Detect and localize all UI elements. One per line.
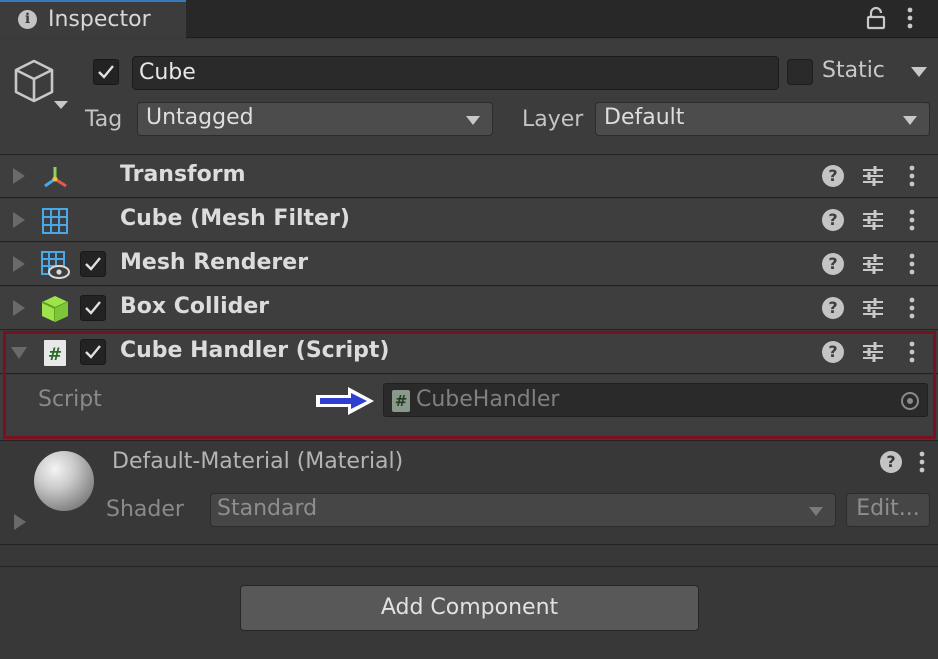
- script-label: Script: [38, 387, 102, 412]
- shader-dropdown[interactable]: Standard: [210, 493, 836, 527]
- foldout-arrow-icon[interactable]: [13, 256, 25, 272]
- mesh-filter-icon: [42, 208, 68, 234]
- tab-label: Inspector: [48, 7, 151, 32]
- annotation-arrow-icon: [316, 387, 374, 415]
- script-file-icon: #: [392, 390, 410, 412]
- chevron-down-icon: [809, 507, 823, 516]
- material-foldout-arrow-icon[interactable]: [14, 514, 26, 530]
- script-object-field[interactable]: # CubeHandler: [383, 383, 928, 417]
- transform-icon: [44, 167, 67, 188]
- presets-icon[interactable]: [862, 252, 884, 276]
- component-mesh-renderer[interactable]: Mesh Renderer ?: [0, 243, 938, 286]
- component-title: Mesh Renderer: [120, 250, 309, 275]
- static-dropdown-arrow-icon[interactable]: [911, 67, 927, 77]
- shader-edit-button[interactable]: Edit...: [846, 493, 930, 527]
- component-box-collider[interactable]: Box Collider ?: [0, 287, 938, 330]
- component-transform[interactable]: Transform ?: [0, 155, 938, 198]
- presets-icon[interactable]: [862, 164, 884, 188]
- object-name-field[interactable]: Cube: [132, 56, 779, 90]
- material-section: Default-Material (Material) ? Shader Sta…: [0, 441, 938, 545]
- foldout-arrow-icon[interactable]: [13, 300, 25, 316]
- component-menu-icon[interactable]: [906, 208, 918, 232]
- presets-icon[interactable]: [862, 340, 884, 364]
- divider: [0, 566, 938, 567]
- add-component-button[interactable]: Add Component: [240, 585, 699, 631]
- tag-value: Untagged: [146, 105, 254, 130]
- info-icon: i: [18, 10, 37, 29]
- foldout-arrow-icon[interactable]: [13, 168, 25, 184]
- component-title: Cube (Mesh Filter): [120, 206, 350, 231]
- help-icon[interactable]: ?: [880, 451, 902, 473]
- material-title: Default-Material (Material): [112, 449, 404, 474]
- presets-icon[interactable]: [862, 208, 884, 232]
- foldout-arrow-icon[interactable]: [13, 212, 25, 228]
- tab-bar: i Inspector: [0, 0, 938, 38]
- component-menu-icon[interactable]: [906, 296, 918, 320]
- script-object-value: CubeHandler: [416, 387, 560, 412]
- component-menu-icon[interactable]: [906, 340, 918, 364]
- svg-text:#: #: [48, 345, 62, 365]
- active-checkbox[interactable]: [93, 59, 119, 85]
- help-icon[interactable]: ?: [822, 165, 844, 187]
- enabled-checkbox[interactable]: [80, 251, 106, 277]
- box-collider-icon: [41, 296, 69, 322]
- help-icon[interactable]: ?: [822, 341, 844, 363]
- component-menu-icon[interactable]: [906, 252, 918, 276]
- gameobject-cube-icon[interactable]: [12, 57, 70, 111]
- tag-dropdown[interactable]: Untagged: [137, 102, 493, 136]
- layer-dropdown[interactable]: Default: [595, 102, 930, 136]
- shader-label: Shader: [106, 497, 184, 522]
- presets-icon[interactable]: [862, 296, 884, 320]
- tab-menu-icon[interactable]: [902, 6, 918, 30]
- foldout-arrow-icon[interactable]: [11, 347, 27, 359]
- enabled-checkbox[interactable]: [80, 339, 106, 365]
- component-title: Box Collider: [120, 294, 270, 319]
- help-icon[interactable]: ?: [822, 297, 844, 319]
- component-menu-icon[interactable]: [906, 164, 918, 188]
- shader-value: Standard: [217, 496, 318, 521]
- component-title: Cube Handler (Script): [120, 338, 390, 363]
- script-property-row: Script # CubeHandler: [0, 375, 938, 441]
- tab-inspector[interactable]: i Inspector: [0, 0, 186, 38]
- gameobject-header: Cube Static Tag Untagged Layer Default: [0, 39, 938, 155]
- static-label: Static: [822, 58, 885, 83]
- help-icon[interactable]: ?: [822, 253, 844, 275]
- enabled-checkbox[interactable]: [80, 295, 106, 321]
- chevron-down-icon: [466, 116, 480, 125]
- material-preview-sphere[interactable]: [34, 451, 94, 511]
- layer-value: Default: [604, 105, 685, 130]
- mesh-renderer-icon: [41, 251, 70, 279]
- object-picker-icon[interactable]: [901, 392, 919, 410]
- chevron-down-icon: [903, 116, 917, 125]
- component-title: Transform: [120, 162, 246, 187]
- help-icon[interactable]: ?: [822, 209, 844, 231]
- layer-label: Layer: [522, 107, 584, 132]
- static-checkbox[interactable]: [787, 59, 813, 85]
- script-icon: #: [44, 340, 66, 366]
- component-mesh-filter[interactable]: Cube (Mesh Filter) ?: [0, 199, 938, 242]
- tag-label: Tag: [85, 107, 123, 132]
- component-cube-handler-script[interactable]: # Cube Handler (Script) ?: [0, 331, 938, 374]
- material-menu-icon[interactable]: [916, 450, 928, 474]
- lock-icon[interactable]: [866, 6, 886, 30]
